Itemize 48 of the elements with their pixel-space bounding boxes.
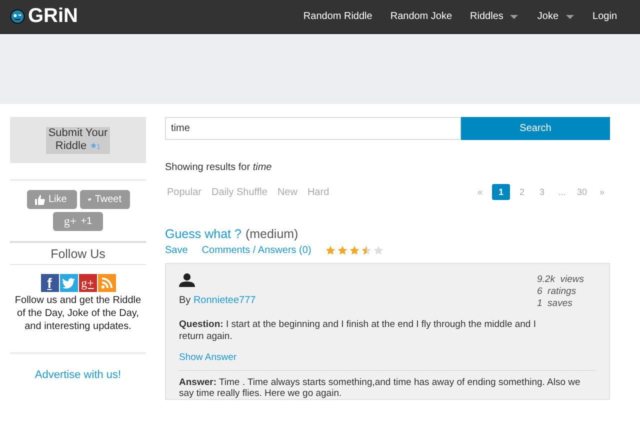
- search-field[interactable]: time: [165, 117, 461, 140]
- filter-link[interactable]: Hard: [307, 186, 330, 198]
- gplus-button[interactable]: g+ +1: [53, 212, 103, 231]
- facebook-icon[interactable]: f: [40, 274, 58, 292]
- star-icon: [90, 142, 97, 148]
- google-plus-icon[interactable]: g+: [78, 274, 96, 292]
- filter-link[interactable]: Popular: [167, 186, 202, 198]
- nav-link[interactable]: Joke: [528, 11, 584, 22]
- user-silhouette-icon: [179, 273, 195, 287]
- page-link[interactable]: ...: [554, 184, 570, 200]
- riddle-title-link[interactable]: Guess what ?: [165, 227, 242, 241]
- like-button[interactable]: Like: [26, 190, 76, 209]
- page-link[interactable]: 2: [514, 184, 530, 200]
- follow-description: Follow us and get the Riddle of the Day, Joke of the Day, and interesting updates.: [14, 294, 142, 333]
- page-link[interactable]: »: [594, 184, 610, 200]
- tweet-button[interactable]: Tweet: [80, 190, 130, 209]
- rss-icon[interactable]: [98, 274, 116, 292]
- face-logo-icon: [10, 9, 25, 24]
- page-link[interactable]: 3: [534, 184, 550, 200]
- action-link[interactable]: Save: [165, 245, 188, 256]
- search-button[interactable]: Search: [461, 117, 610, 140]
- nav-link[interactable]: Riddles: [461, 11, 528, 22]
- stat-text: 9.2k views: [537, 274, 584, 286]
- section-heading: Follow Us: [10, 243, 146, 265]
- nav-link[interactable]: Random Joke: [381, 11, 462, 22]
- filter-link[interactable]: New: [277, 186, 298, 198]
- nav-link[interactable]: Login: [584, 11, 626, 22]
- advertise-link[interactable]: Advertise with us!: [34, 369, 122, 381]
- difficulty-label: (medium): [245, 227, 298, 241]
- question-text: Question: I start at the beginning and I finish at the end I fly through the middle and I return again.: [179, 319, 537, 343]
- page-link[interactable]: 1: [492, 184, 510, 200]
- filter-link[interactable]: Daily Shuffle: [211, 186, 268, 198]
- nav-link[interactable]: Random Riddle: [294, 11, 382, 22]
- by-label: By: [179, 295, 191, 306]
- answer-text: Answer: Time . Time always starts something,and time has away of ending something. Also we say time really flies. Here we go again.: [179, 377, 582, 399]
- thumbs-up-icon: [34, 194, 44, 204]
- show-answer-link[interactable]: Show Answer: [179, 352, 237, 363]
- stat-text: 6 ratings: [537, 286, 578, 298]
- logo-text[interactable]: GRiN: [28, 5, 78, 28]
- twitter-icon[interactable]: [60, 274, 78, 292]
- star-rating[interactable]: [325, 245, 384, 256]
- stat-text: 1 saves: [537, 298, 574, 310]
- author-link[interactable]: Ronnietee777: [193, 295, 256, 306]
- page-link[interactable]: «: [472, 184, 488, 200]
- page-link[interactable]: 30: [574, 184, 590, 200]
- google-plus-icon: g+: [64, 214, 77, 229]
- action-link[interactable]: Comments / Answers (0): [202, 245, 312, 256]
- results-info: Showing results for time: [165, 162, 273, 173]
